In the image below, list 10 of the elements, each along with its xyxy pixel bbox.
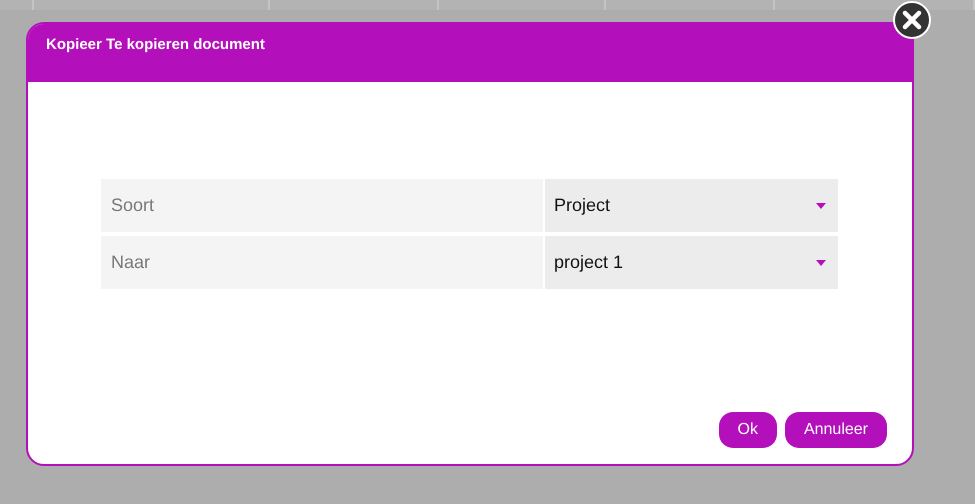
ok-button[interactable]: Ok bbox=[718, 412, 777, 448]
field-label: Soort bbox=[101, 179, 543, 232]
caret-icon bbox=[816, 202, 826, 208]
field-label: Naar bbox=[101, 236, 543, 289]
caret-icon bbox=[816, 260, 826, 266]
close-icon[interactable] bbox=[892, 0, 932, 40]
dropdown[interactable]: project 1 bbox=[545, 236, 838, 289]
dropdown[interactable]: Project bbox=[545, 179, 838, 232]
cancel-button[interactable]: Annuleer bbox=[784, 412, 887, 448]
dialog-title: Kopieer Te kopieren document bbox=[46, 36, 265, 53]
